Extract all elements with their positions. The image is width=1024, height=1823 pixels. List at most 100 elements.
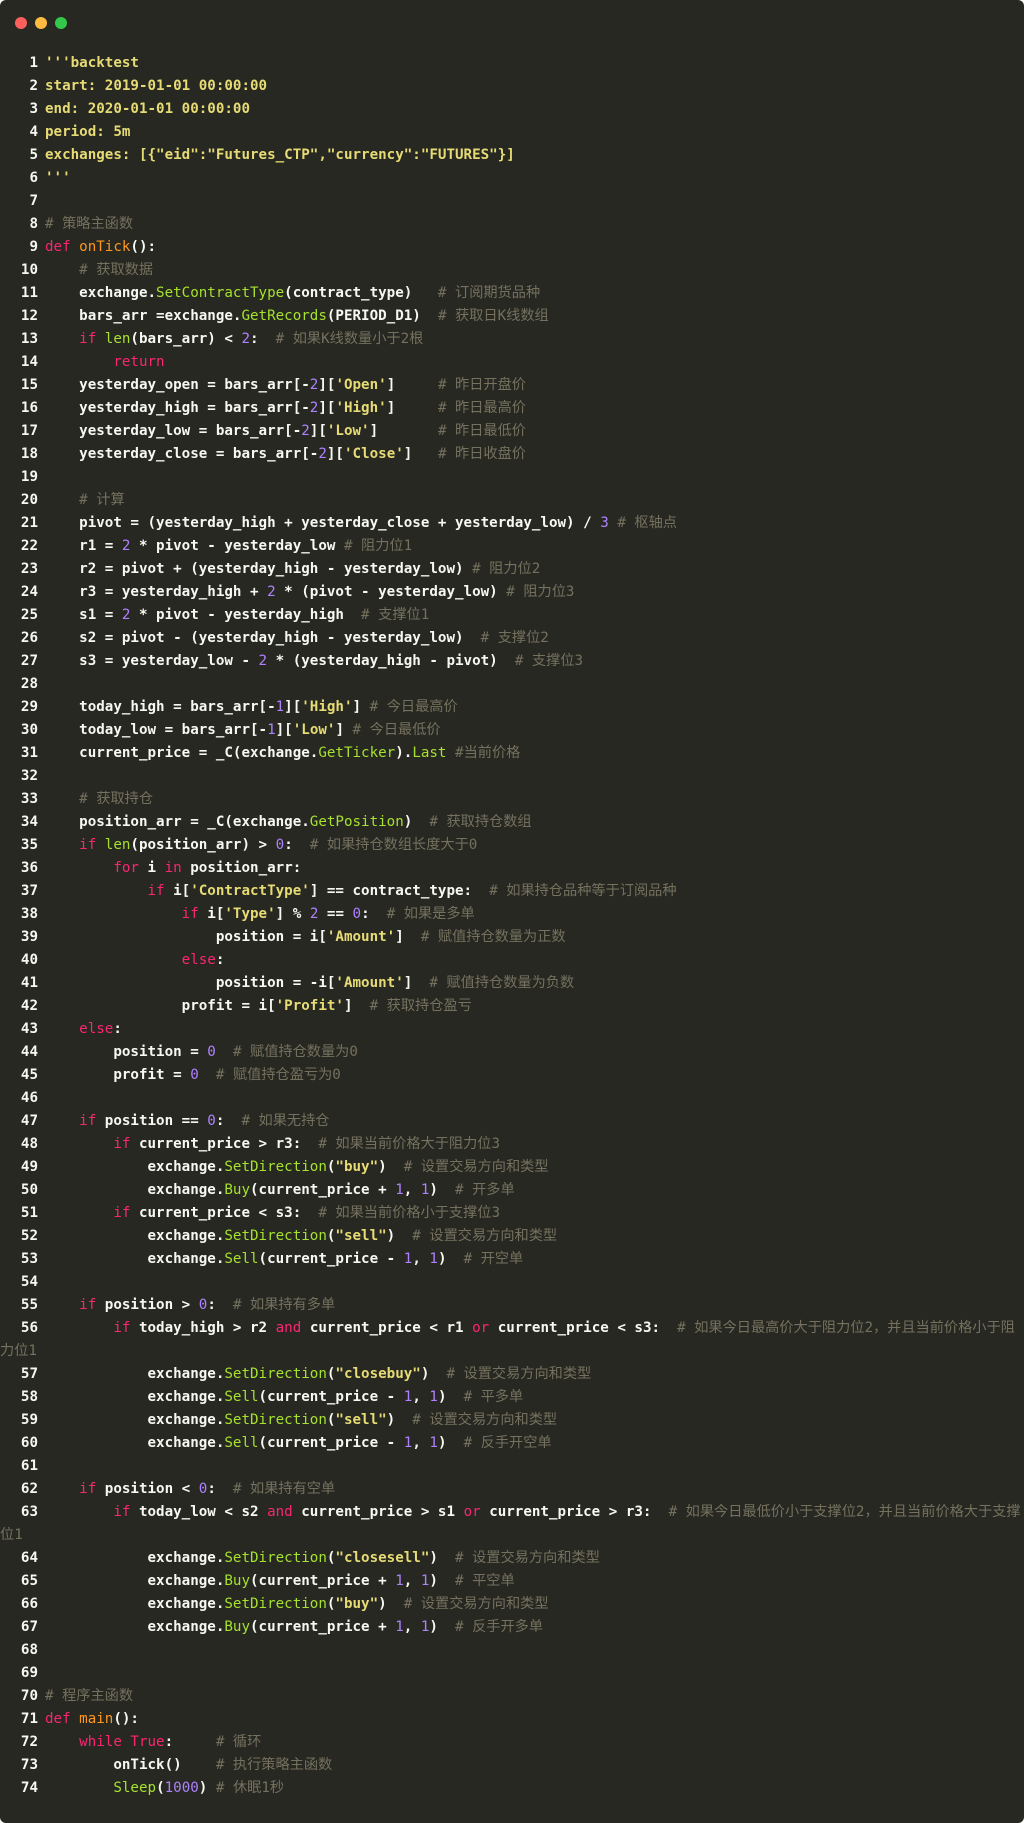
line-number: 72 (20, 1734, 38, 1750)
code-token: 0 (190, 1067, 199, 1083)
line-number: 71 (20, 1711, 38, 1727)
code-text: if i['ContractType'] == contract_type: #… (45, 883, 677, 899)
code-token: # 昨日开盘价 (437, 377, 526, 393)
code-token: SetContractType (156, 285, 285, 301)
code-token: #当前价格 (455, 745, 521, 761)
code-token: ) (198, 1780, 216, 1796)
code-token: # 如果K线数量小于2根 (275, 331, 424, 347)
code-line: 31 current_price = _C(exchange.GetTicker… (0, 742, 1024, 765)
code-text: # 计算 (45, 492, 124, 508)
code-token: today_low < s2 (138, 1504, 268, 1520)
line-number: 65 (20, 1573, 38, 1589)
code-token: exchange. (45, 285, 157, 301)
code-text: yesterday_close = bars_arr[-2]['Close'] … (45, 446, 526, 462)
code-line: 61 (0, 1455, 1024, 1478)
code-token: 'Profit' (275, 998, 344, 1014)
code-token: ][ (318, 377, 336, 393)
code-token: s2 = pivot - (yesterday_high - yesterday… (45, 630, 481, 646)
code-token: ) (403, 814, 430, 830)
code-token: 1 (395, 1619, 404, 1635)
code-token: in (164, 860, 191, 876)
code-text: exchange.SetDirection("buy") # 设置交易方向和类型 (45, 1596, 548, 1612)
code-token: ] (403, 446, 438, 462)
code-token: # 开空单 (463, 1251, 524, 1267)
code-line: 57 exchange.SetDirection("closebuy") # 设… (0, 1363, 1024, 1386)
code-token: # 今日最高价 (369, 699, 458, 715)
code-text: else: (45, 952, 225, 968)
code-text: period: 5m (45, 124, 130, 140)
code-line: 71 def main(): (0, 1708, 1024, 1731)
code-token: (): (113, 1711, 139, 1727)
code-text: for i in position_arr: (45, 860, 301, 876)
code-token: # 阻力位2 (472, 561, 541, 577)
line-number: 47 (20, 1113, 38, 1129)
code-line: 66 exchange.SetDirection("buy") # 设置交易方向… (0, 1593, 1024, 1616)
code-token: # 执行策略主函数 (215, 1757, 333, 1773)
line-number: 31 (20, 745, 38, 761)
code-line: 59 exchange.SetDirection("sell") # 设置交易方… (0, 1409, 1024, 1432)
code-token: GetPosition (309, 814, 404, 830)
code-line: 10 # 获取数据 (0, 259, 1024, 282)
code-token: 'Type' (224, 906, 276, 922)
code-token: 'Open' (335, 377, 387, 393)
code-line: 17 yesterday_low = bars_arr[-2]['Low'] #… (0, 420, 1024, 443)
code-token: today_low = bars_arr[- (45, 722, 268, 738)
code-text: exchange.SetContractType(contract_type) … (45, 285, 540, 301)
line-number: 60 (20, 1435, 38, 1451)
line-number: 40 (20, 952, 38, 968)
code-token: # 如果持有多单 (232, 1297, 336, 1313)
code-token: 2 (267, 584, 276, 600)
code-token: pivot = (yesterday_high + yesterday_clos… (45, 515, 601, 531)
code-token: : (164, 1734, 216, 1750)
code-token: "buy" (335, 1596, 379, 1612)
code-line: 74 Sleep(1000) # 休眠1秒 (0, 1777, 1024, 1800)
code-line: 56 if today_high > r2 and current_price … (0, 1317, 1024, 1363)
code-window: 1 '''backtest 2 start: 2019-01-01 00:00:00 3… (0, 0, 1024, 1823)
code-token: 0 (207, 1113, 216, 1129)
code-token: while (79, 1734, 131, 1750)
line-number: 61 (20, 1458, 38, 1474)
code-token: # 支撑位2 (480, 630, 549, 646)
line-number: 62 (20, 1481, 38, 1497)
code-token: # 赋值持仓数量为正数 (420, 929, 566, 945)
code-token: 1 (395, 1573, 404, 1589)
window-titlebar (0, 0, 1024, 44)
code-line: 54 (0, 1271, 1024, 1294)
code-token: (current_price - (258, 1251, 404, 1267)
code-text: exchange.Sell(current_price - 1, 1) # 开空… (45, 1251, 523, 1267)
line-number: 52 (20, 1228, 38, 1244)
code-line: 64 exchange.SetDirection("closesell") # … (0, 1547, 1024, 1570)
line-number: 74 (20, 1780, 38, 1796)
code-line: 14 return (0, 351, 1024, 374)
code-token: ] == contract_type: (309, 883, 490, 899)
close-window-icon[interactable] (15, 17, 27, 29)
line-number: 45 (20, 1067, 38, 1083)
line-number: 11 (20, 285, 38, 301)
line-number: 14 (20, 354, 38, 370)
code-token: position = (45, 1044, 208, 1060)
code-token: i[ (173, 883, 191, 899)
code-token: # 赋值持仓数量为负数 (429, 975, 575, 991)
code-text: if len(bars_arr) < 2: # 如果K线数量小于2根 (45, 331, 423, 347)
code-token: ). (395, 745, 413, 761)
code-text: current_price = _C(exchange.GetTicker).L… (45, 745, 520, 761)
code-line: 4 period: 5m (0, 121, 1024, 144)
code-text: def onTick(): (45, 239, 156, 255)
line-number: 20 (20, 492, 38, 508)
code-text: exchange.SetDirection("closebuy") # 设置交易… (45, 1366, 591, 1382)
code-token: 2 (241, 331, 251, 347)
code-token: exchange. (45, 1619, 225, 1635)
line-number: 48 (20, 1136, 38, 1152)
maximize-window-icon[interactable] (55, 17, 67, 29)
line-number: 69 (20, 1665, 38, 1681)
code-token: # 如果持有空单 (232, 1481, 336, 1497)
minimize-window-icon[interactable] (35, 17, 47, 29)
code-token: SetDirection (224, 1228, 327, 1244)
line-number: 16 (20, 400, 38, 416)
